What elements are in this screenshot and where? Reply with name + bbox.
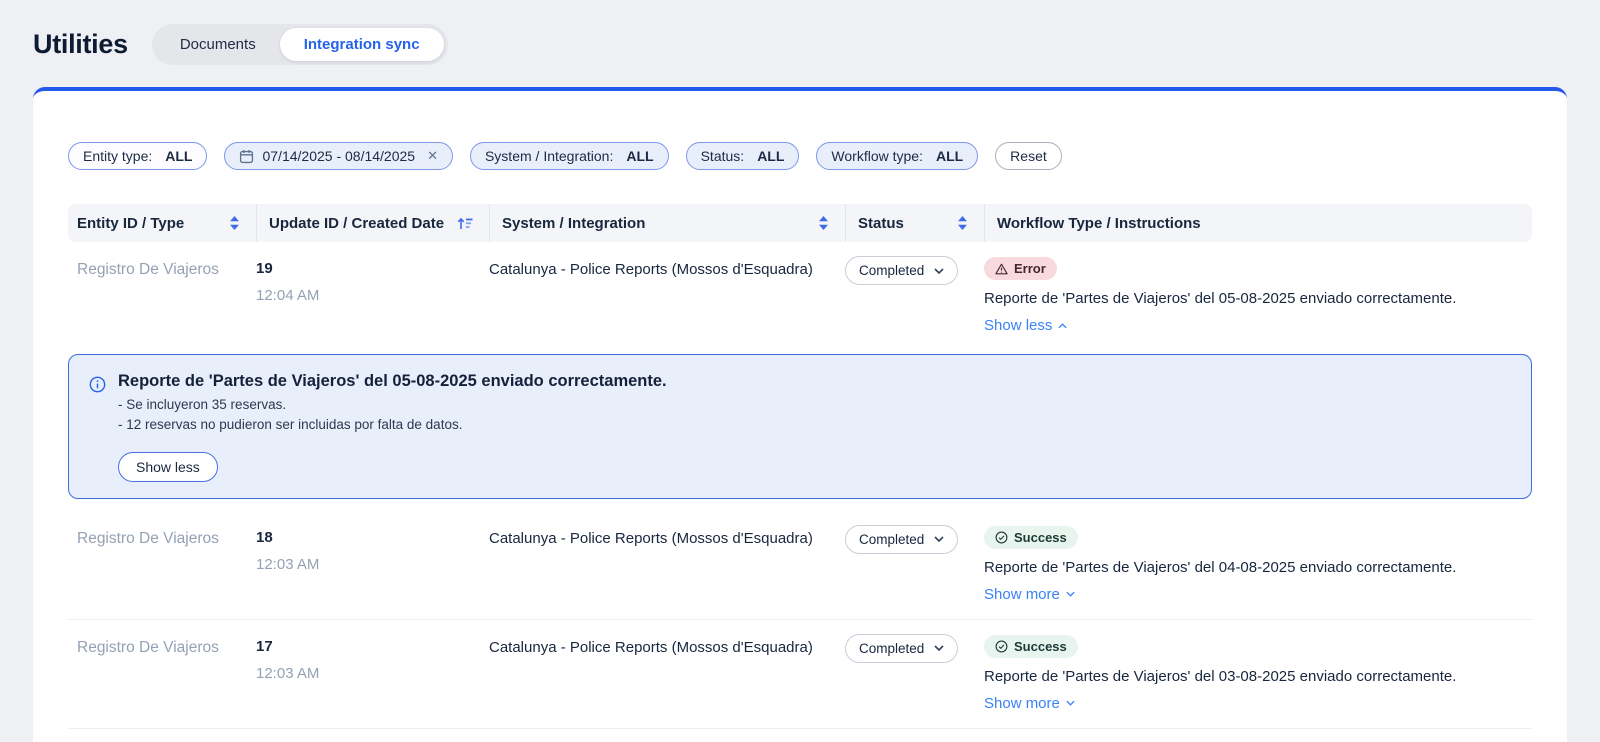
check-circle-icon [995, 640, 1008, 653]
filter-value: ALL [757, 148, 784, 164]
table-row: Registro De Viajeros 19 12:04 AM Catalun… [68, 242, 1532, 350]
filter-date-range[interactable]: 07/14/2025 - 08/14/2025 ✕ [224, 142, 452, 170]
filter-bar: Entity type: ALL 07/14/2025 - 08/14/2025… [68, 142, 1532, 170]
tab-group: Documents Integration sync [152, 24, 448, 65]
info-icon [89, 376, 106, 482]
update-id: 17 [256, 638, 489, 655]
show-less-link[interactable]: Show less [984, 317, 1067, 334]
entity-type-cell: Registro De Viajeros [77, 260, 256, 334]
instruction-text: Reporte de 'Partes de Viajeros' del 05-0… [984, 290, 1456, 307]
chevron-up-icon [1058, 323, 1067, 329]
update-cell: 19 12:04 AM [256, 260, 489, 334]
status-cell: Completed [845, 638, 984, 712]
status-cell: Completed [845, 529, 984, 603]
filter-workflow-type[interactable]: Workflow type: ALL [816, 142, 978, 170]
created-time: 12:03 AM [256, 665, 489, 682]
expanded-instructions-panel: Reporte de 'Partes de Viajeros' del 05-0… [68, 354, 1532, 499]
chevron-down-icon [934, 536, 944, 542]
table-row: Registro De Viajeros 18 12:03 AM Catalun… [68, 511, 1532, 619]
col-system-integration[interactable]: System / Integration [489, 204, 845, 242]
created-time: 12:03 AM [256, 556, 489, 573]
entity-type-cell: Registro De Viajeros [77, 638, 256, 712]
tab-documents[interactable]: Documents [156, 28, 280, 61]
created-time: 12:04 AM [256, 287, 489, 304]
reset-filters-button[interactable]: Reset [995, 142, 1062, 170]
check-circle-icon [995, 531, 1008, 544]
filter-label: Status: [701, 148, 745, 164]
sort-ascending-icon[interactable] [457, 217, 473, 230]
workflow-cell: Success Reporte de 'Partes de Viajeros' … [984, 638, 1532, 712]
content-card: Entity type: ALL 07/14/2025 - 08/14/2025… [33, 87, 1567, 742]
filter-label: System / Integration: [485, 148, 613, 164]
status-cell: Completed [845, 260, 984, 334]
page-title: Utilities [33, 29, 128, 60]
system-cell: Catalunya - Police Reports (Mossos d'Esq… [489, 529, 845, 603]
panel-content: Reporte de 'Partes de Viajeros' del 05-0… [118, 372, 667, 482]
warning-icon [995, 263, 1008, 275]
update-cell: 17 12:03 AM [256, 638, 489, 712]
filter-system-integration[interactable]: System / Integration: ALL [470, 142, 669, 170]
panel-show-less-button[interactable]: Show less [118, 452, 218, 482]
clear-date-icon[interactable]: ✕ [427, 148, 438, 164]
panel-title: Reporte de 'Partes de Viajeros' del 05-0… [118, 372, 667, 391]
status-dropdown[interactable]: Completed [845, 634, 958, 663]
filter-value: ALL [165, 148, 192, 164]
table-row: Registro De Viajeros 16 12:02 AM Catalun… [68, 728, 1532, 742]
date-range-value: 07/14/2025 - 08/14/2025 [262, 148, 415, 164]
sort-icon[interactable] [818, 216, 829, 230]
entity-type-cell: Registro De Viajeros [77, 529, 256, 603]
instruction-text: Reporte de 'Partes de Viajeros' del 04-0… [984, 559, 1456, 576]
status-value: Completed [859, 263, 924, 278]
filter-label: Entity type: [83, 148, 152, 164]
col-status[interactable]: Status [845, 204, 984, 242]
instruction-text: Reporte de 'Partes de Viajeros' del 03-0… [984, 668, 1456, 685]
tab-integration-sync[interactable]: Integration sync [280, 28, 444, 61]
sort-icon[interactable] [229, 216, 240, 230]
filter-status[interactable]: Status: ALL [686, 142, 800, 170]
update-id: 19 [256, 260, 489, 277]
filter-value: ALL [936, 148, 963, 164]
workflow-cell: Error Reporte de 'Partes de Viajeros' de… [984, 260, 1532, 334]
table-row: Registro De Viajeros 17 12:03 AM Catalun… [68, 619, 1532, 728]
col-update-id-date[interactable]: Update ID / Created Date [256, 204, 489, 242]
show-more-link[interactable]: Show more [984, 586, 1075, 603]
chevron-down-icon [934, 268, 944, 274]
workflow-cell: Success Reporte de 'Partes de Viajeros' … [984, 529, 1532, 603]
chevron-down-icon [1066, 700, 1075, 706]
status-value: Completed [859, 641, 924, 656]
success-badge: Success [984, 635, 1078, 658]
update-cell: 18 12:03 AM [256, 529, 489, 603]
filter-entity-type[interactable]: Entity type: ALL [68, 142, 207, 170]
status-dropdown[interactable]: Completed [845, 525, 958, 554]
status-value: Completed [859, 532, 924, 547]
panel-line: - Se incluyeron 35 reservas. [118, 395, 667, 415]
sort-icon[interactable] [957, 216, 968, 230]
success-badge: Success [984, 526, 1078, 549]
calendar-icon [239, 149, 254, 164]
chevron-down-icon [934, 645, 944, 651]
filter-label: Workflow type: [831, 148, 923, 164]
error-badge: Error [984, 257, 1057, 280]
filter-value: ALL [626, 148, 653, 164]
page-header: Utilities Documents Integration sync [0, 0, 1600, 87]
table-header: Entity ID / Type Update ID / Created Dat… [68, 204, 1532, 242]
update-id: 18 [256, 529, 489, 546]
show-more-link[interactable]: Show more [984, 695, 1075, 712]
system-cell: Catalunya - Police Reports (Mossos d'Esq… [489, 260, 845, 334]
col-workflow-instructions: Workflow Type / Instructions [984, 204, 1532, 242]
chevron-down-icon [1066, 591, 1075, 597]
system-cell: Catalunya - Police Reports (Mossos d'Esq… [489, 638, 845, 712]
panel-line: - 12 reservas no pudieron ser incluidas … [118, 415, 667, 435]
status-dropdown[interactable]: Completed [845, 256, 958, 285]
col-entity-id-type[interactable]: Entity ID / Type [77, 204, 256, 242]
